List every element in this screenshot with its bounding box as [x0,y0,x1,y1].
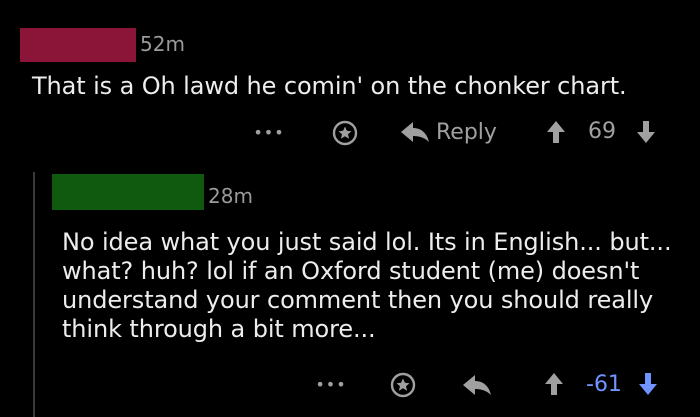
downvote-button[interactable] [634,118,658,146]
award-icon [390,372,416,398]
reply-label: Reply [436,119,497,145]
username-redaction [52,174,204,210]
downvote-button[interactable] [636,370,660,398]
reply-button[interactable] [460,370,494,400]
more-options-label: ••• [315,374,347,394]
upvote-icon [547,121,565,143]
reply-icon [463,375,491,395]
downvote-icon [639,373,657,395]
upvote-button[interactable] [544,118,568,146]
vote-score: -61 [586,372,622,397]
award-button[interactable] [330,118,360,148]
comment-timestamp: 52m [140,32,185,56]
username-redaction [20,28,136,62]
comment-text: No idea what you just said lol. Its in E… [62,228,672,343]
thread-line[interactable] [33,172,35,417]
more-options-button[interactable]: ••• [252,118,286,146]
reply-icon [401,122,429,142]
comment-timestamp: 28m [208,184,253,208]
award-button[interactable] [388,370,418,400]
reply-button[interactable]: Reply [400,116,500,148]
vote-score: 69 [588,119,616,144]
more-options-label: ••• [253,122,285,142]
more-options-button[interactable]: ••• [314,370,348,398]
upvote-button[interactable] [542,370,566,398]
award-icon [332,120,358,146]
downvote-icon [637,121,655,143]
comment-text: That is a Oh lawd he comin' on the chonk… [32,72,627,100]
upvote-icon [545,373,563,395]
